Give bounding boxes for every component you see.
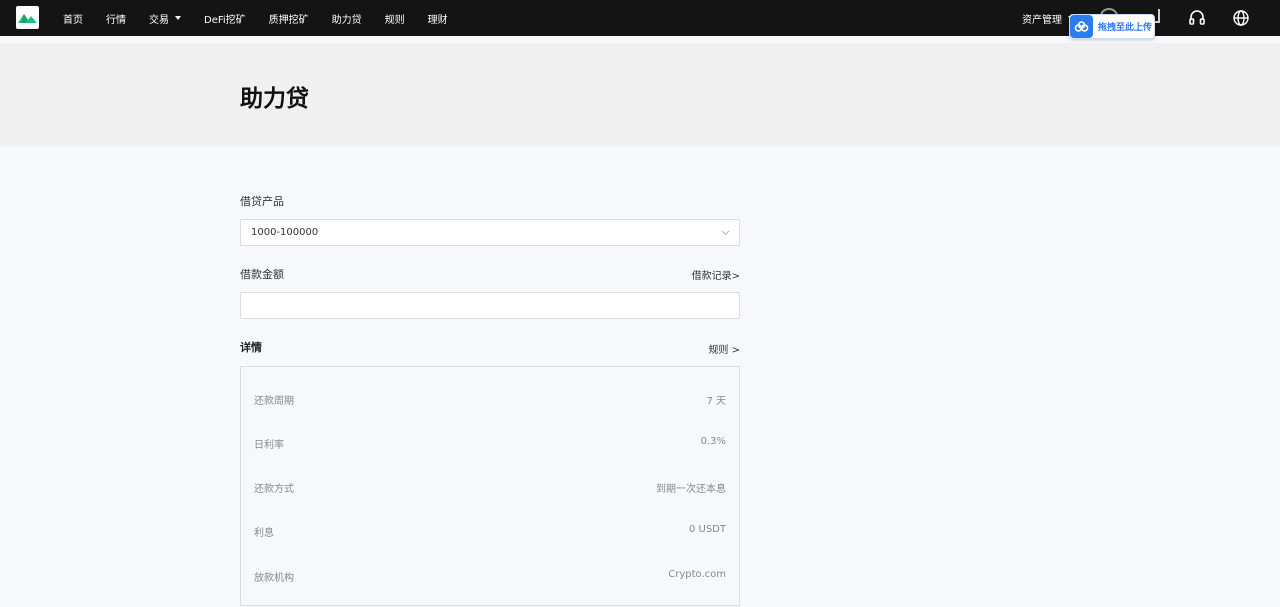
detail-row-daily-rate: 日利率 0.3%: [241, 436, 739, 456]
nav-home-label: 首页: [63, 14, 83, 26]
main-nav: 首页 行情 交易 DeFi挖矿 质押挖矿 助力贷 规则 理财: [63, 0, 471, 36]
detail-value: 到期一次还本息: [656, 484, 726, 495]
rules-link[interactable]: 规则 >: [708, 341, 740, 356]
nav-rules-label: 规则: [384, 14, 405, 26]
asset-management-label: 资产管理: [1022, 14, 1062, 26]
detail-value: 7 天: [706, 396, 726, 407]
drag-upload-badge[interactable]: 拖拽至此上传: [1069, 14, 1155, 39]
nav-staking-mining[interactable]: 质押挖矿: [269, 11, 309, 26]
globe-icon[interactable]: [1232, 9, 1250, 27]
nav-defi-mining[interactable]: DeFi挖矿: [204, 11, 246, 26]
nav-wealth[interactable]: 理财: [428, 11, 448, 26]
nav-markets[interactable]: 行情: [106, 11, 126, 26]
nav-trade[interactable]: 交易: [149, 11, 181, 26]
detail-row-lending-institution: 放款机构 Crypto.com: [241, 569, 739, 589]
page-header: 助力贷: [0, 43, 1280, 146]
drag-upload-label: 拖拽至此上传: [1098, 23, 1153, 33]
detail-key: 还款方式: [254, 484, 294, 495]
cloud-upload-icon: [1070, 15, 1093, 38]
mountain-logo-icon[interactable]: [16, 6, 39, 29]
loan-details-panel: 还款周期 7 天 日利率 0.3% 还款方式 到期一次还本息 利息 0 USDT…: [240, 366, 740, 606]
caret-down-icon: [175, 16, 181, 20]
detail-row-interest: 利息 0 USDT: [241, 524, 739, 544]
nav-defi-mining-label: DeFi挖矿: [204, 14, 246, 26]
chevron-down-icon: [721, 230, 730, 236]
detail-value: 0 USDT: [688, 524, 726, 535]
detail-row-repayment-method: 还款方式 到期一次还本息: [241, 480, 739, 500]
nav-staking-mining-label: 质押挖矿: [268, 14, 309, 26]
loan-amount-input[interactable]: [240, 292, 740, 319]
nav-home[interactable]: 首页: [63, 11, 83, 26]
detail-key: 还款周期: [254, 396, 294, 407]
nav-assist-loan-label: 助力贷: [331, 14, 362, 26]
detail-row-repayment-period: 还款周期 7 天: [241, 392, 739, 412]
loan-product-value: 1000-100000: [251, 227, 319, 238]
detail-value: 0.3%: [700, 436, 726, 447]
nav-trade-label: 交易: [149, 14, 169, 26]
nav-assist-loan[interactable]: 助力贷: [332, 11, 362, 26]
loan-product-label: 借贷产品: [240, 195, 284, 208]
asset-management-menu[interactable]: 资产管理: [1022, 0, 1074, 36]
nav-markets-label: 行情: [106, 14, 126, 26]
nav-rules[interactable]: 规则: [385, 11, 405, 26]
detail-key: 利息: [254, 528, 274, 539]
headset-icon[interactable]: [1188, 9, 1206, 27]
detail-key: 日利率: [254, 440, 284, 451]
detail-value: Crypto.com: [668, 569, 726, 580]
loan-amount-label: 借款金额: [240, 268, 284, 281]
details-title: 详情: [240, 341, 262, 354]
nav-wealth-label: 理财: [427, 14, 448, 26]
loan-product-select[interactable]: 1000-100000: [240, 219, 740, 246]
detail-key: 放款机构: [254, 573, 294, 584]
page-title: 助力贷: [240, 86, 309, 112]
borrow-records-link[interactable]: 借款记录>: [692, 267, 740, 282]
